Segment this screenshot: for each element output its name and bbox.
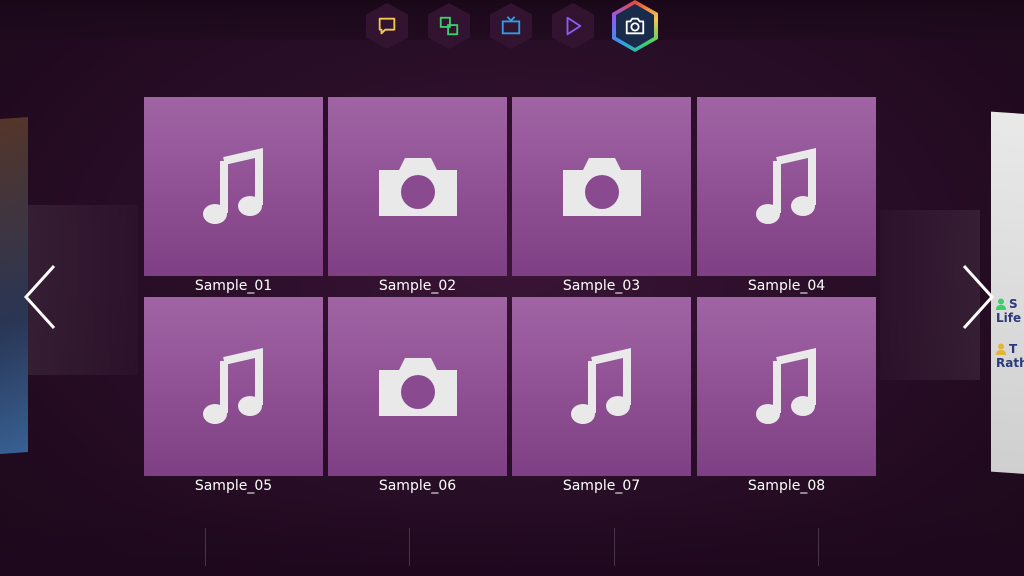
- right-peek-row-1: S Life: [996, 297, 1021, 325]
- nav-tv-button[interactable]: [490, 3, 532, 49]
- camera-icon: [378, 157, 457, 216]
- right-peek-subtitle-2: Rath: [996, 356, 1024, 370]
- nav-play-button[interactable]: [552, 3, 594, 49]
- user-icon: [996, 343, 1006, 355]
- content-tile[interactable]: Sample_06: [328, 297, 507, 494]
- music-note-icon: [202, 147, 263, 224]
- right-peek-row-2: T Rath: [996, 342, 1024, 370]
- music-note-icon: [755, 347, 816, 424]
- nav-photos-button[interactable]: [612, 0, 658, 52]
- tv-icon: [501, 16, 521, 35]
- music-note-icon: [570, 347, 631, 424]
- camera-icon: [625, 17, 645, 35]
- nav-apps-button[interactable]: [428, 3, 470, 49]
- content-tile[interactable]: Sample_01: [144, 97, 323, 294]
- right-peek-subtitle-1: Life: [996, 311, 1022, 325]
- tile-label: Sample_05: [194, 478, 273, 494]
- panel-nav: [366, 0, 662, 52]
- content-tile[interactable]: Sample_04: [697, 97, 876, 294]
- chevron-right-icon[interactable]: [958, 262, 998, 332]
- bottom-divider: [205, 528, 206, 566]
- bottom-divider: [614, 528, 615, 566]
- music-note-icon: [755, 147, 816, 224]
- bottom-divider: [818, 528, 819, 566]
- right-peek-title-1: S: [1009, 297, 1018, 311]
- content-tile[interactable]: Sample_03: [512, 97, 691, 294]
- bottom-divider: [409, 528, 410, 566]
- tile-label: Sample_04: [747, 278, 826, 294]
- content-tile[interactable]: Sample_07: [512, 297, 691, 494]
- chevron-left-icon[interactable]: [20, 262, 60, 332]
- apps-icon: [439, 16, 459, 36]
- tile-label: Sample_03: [562, 278, 641, 294]
- content-tile[interactable]: Sample_05: [144, 297, 323, 494]
- bottom-bar: [0, 500, 1024, 576]
- camera-icon: [378, 357, 457, 416]
- right-peek-title-2: T: [1009, 342, 1018, 356]
- content-tile[interactable]: Sample_02: [328, 97, 507, 294]
- camera-icon: [562, 157, 641, 216]
- chat-bubble-icon: [378, 17, 396, 35]
- tile-label: Sample_07: [562, 478, 641, 494]
- content-tile[interactable]: Sample_08: [697, 297, 876, 494]
- tile-label: Sample_06: [378, 478, 457, 494]
- tile-label: Sample_01: [194, 278, 273, 294]
- nav-chat-button[interactable]: [366, 3, 408, 49]
- tile-label: Sample_02: [378, 278, 457, 294]
- music-note-icon: [202, 347, 263, 424]
- play-icon: [566, 16, 582, 36]
- tile-label: Sample_08: [747, 478, 826, 494]
